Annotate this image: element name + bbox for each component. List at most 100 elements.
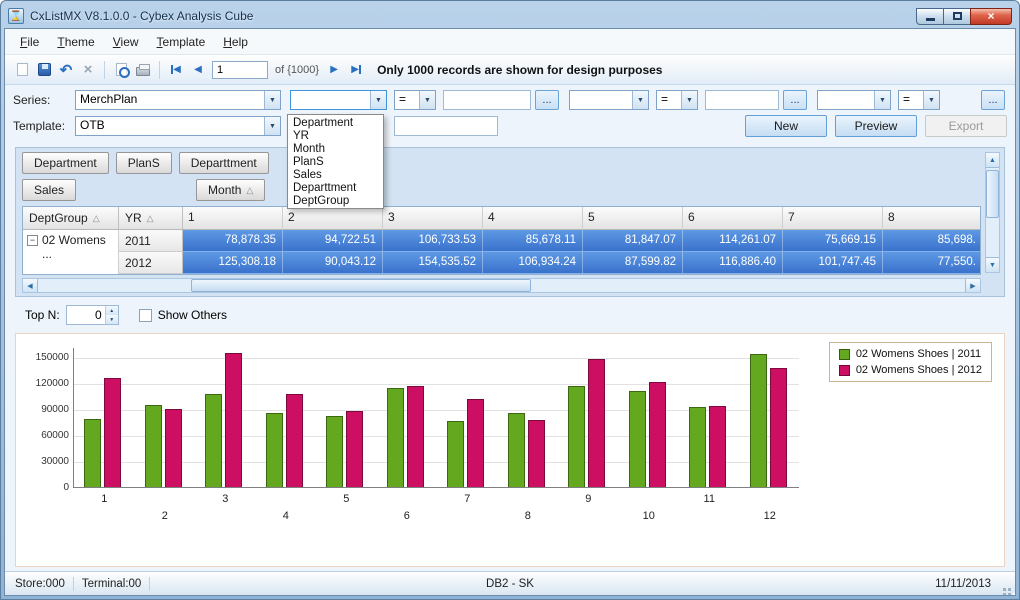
series-filter1-field-combo[interactable]: ▼	[290, 90, 387, 110]
data-cell[interactable]: 101,747.45	[783, 252, 883, 274]
close-button[interactable]: ×	[970, 7, 1012, 25]
column-header[interactable]: 6	[683, 207, 783, 230]
dropdown-item-sales[interactable]: Sales	[288, 168, 383, 181]
delete-button[interactable]: ×	[78, 60, 98, 80]
record-number-input[interactable]	[212, 60, 268, 79]
vertical-scrollbar[interactable]: ▲ ▼	[985, 152, 1000, 273]
series-field-combo[interactable]: MerchPlan ▼	[75, 90, 281, 110]
menu-file[interactable]: File	[11, 32, 48, 52]
row-field-deptgroup[interactable]: DeptGroup △	[23, 207, 119, 230]
data-cell[interactable]: 125,308.18	[183, 252, 283, 274]
field-button-departtment[interactable]: Departtment	[178, 152, 269, 174]
spin-down-button[interactable]: ▼	[105, 315, 118, 324]
print-preview-button[interactable]	[111, 60, 131, 80]
data-cell[interactable]: 114,261.07	[683, 230, 783, 252]
field-button-sales[interactable]: Sales	[22, 179, 77, 201]
scroll-down-button[interactable]: ▼	[986, 257, 999, 272]
next-record-button[interactable]: ▶	[324, 60, 344, 80]
template-combo[interactable]: OTB ▼	[75, 116, 281, 136]
data-cell[interactable]: 106,733.53	[383, 230, 483, 252]
save-button[interactable]	[34, 60, 54, 80]
horizontal-scrollbar[interactable]: ◀ ▶	[22, 278, 981, 293]
dropdown-item-departtment[interactable]: Departtment	[288, 181, 383, 194]
undo-button[interactable]: ↶	[56, 60, 76, 80]
menu-view[interactable]: View	[104, 32, 148, 52]
preview-button[interactable]: Preview	[835, 115, 917, 137]
data-cell[interactable]: 116,886.40	[683, 252, 783, 274]
column-header[interactable]: 3	[383, 207, 483, 230]
previous-record-button[interactable]: ◀	[188, 60, 208, 80]
data-cell[interactable]: 90,043.12	[283, 252, 383, 274]
data-cell[interactable]: 75,669.15	[783, 230, 883, 252]
column-header[interactable]: 5	[583, 207, 683, 230]
chevron-down-icon[interactable]: ▼	[419, 91, 435, 109]
data-cell[interactable]: 81,847.07	[583, 230, 683, 252]
column-header[interactable]: 1	[183, 207, 283, 230]
data-cell[interactable]: 154,535.52	[383, 252, 483, 274]
scroll-up-button[interactable]: ▲	[986, 153, 999, 168]
data-cell[interactable]: 85,678.11	[483, 230, 583, 252]
chevron-down-icon[interactable]: ▼	[264, 117, 280, 135]
new-template-button[interactable]: New	[745, 115, 827, 137]
row-field-yr[interactable]: YR △	[119, 207, 183, 230]
data-cell[interactable]: 94,722.51	[283, 230, 383, 252]
field-button-plans[interactable]: PlanS	[115, 152, 172, 174]
title-bar[interactable]: ⌛ CxListMX V8.1.0.0 - Cybex Analysis Cub…	[4, 4, 1016, 28]
series-filter3-operator-combo[interactable]: = ▼	[898, 90, 940, 110]
resize-grip[interactable]	[1008, 588, 1011, 591]
column-header[interactable]: 4	[483, 207, 583, 230]
data-cell[interactable]: 87,599.82	[583, 252, 683, 274]
scroll-left-button[interactable]: ◀	[23, 279, 38, 292]
series-filter2-field-combo[interactable]: ▼	[569, 90, 649, 110]
series-filter3-browse-button[interactable]: ...	[981, 90, 1005, 110]
maximize-button[interactable]	[943, 7, 971, 25]
horizontal-scroll-thumb[interactable]	[191, 279, 531, 292]
first-record-button[interactable]: ◀	[166, 60, 186, 80]
chevron-down-icon[interactable]: ▼	[632, 91, 648, 109]
data-cell[interactable]: 78,878.35	[183, 230, 283, 252]
chevron-down-icon[interactable]: ▼	[370, 91, 386, 109]
vertical-scroll-thumb[interactable]	[986, 170, 999, 218]
dropdown-item-plans[interactable]: PlanS	[288, 155, 383, 168]
minimize-button[interactable]	[916, 7, 944, 25]
column-header[interactable]: 2	[283, 207, 383, 230]
dropdown-item-deptgroup[interactable]: DeptGroup	[288, 194, 383, 207]
topn-spinner[interactable]: ▲ ▼	[65, 305, 119, 325]
collapse-icon[interactable]: −	[27, 235, 38, 246]
chevron-down-icon[interactable]: ▼	[923, 91, 939, 109]
new-button[interactable]	[12, 60, 32, 80]
spin-up-button[interactable]: ▲	[105, 306, 118, 315]
menu-theme[interactable]: Theme	[48, 32, 103, 52]
data-cell[interactable]: 77,550.	[883, 252, 980, 274]
series-filter1-browse-button[interactable]: ...	[535, 90, 559, 110]
menu-template[interactable]: Template	[148, 32, 215, 52]
year-cell[interactable]: 2012	[119, 252, 183, 274]
series-filter1-operator-combo[interactable]: = ▼	[394, 90, 436, 110]
row-group-cell[interactable]: − 02 Womens ...	[23, 230, 119, 274]
dropdown-item-department[interactable]: Department	[288, 116, 383, 129]
field-button-month[interactable]: Month △	[196, 179, 266, 201]
series-filter2-value-input[interactable]	[705, 90, 779, 110]
scroll-right-button[interactable]: ▶	[965, 279, 980, 292]
column-header[interactable]: 7	[783, 207, 883, 230]
data-cell[interactable]: 106,934.24	[483, 252, 583, 274]
export-button[interactable]: Export	[925, 115, 1007, 137]
series-filter3-field-combo[interactable]: ▼	[817, 90, 891, 110]
template-name-input[interactable]	[394, 116, 498, 136]
field-button-department[interactable]: Department	[22, 152, 109, 174]
print-button[interactable]	[133, 60, 153, 80]
dropdown-item-month[interactable]: Month	[288, 142, 383, 155]
last-record-button[interactable]: ▶	[346, 60, 366, 80]
show-others-checkbox[interactable]	[138, 308, 152, 322]
dropdown-item-yr[interactable]: YR	[288, 129, 383, 142]
menu-help[interactable]: Help	[214, 32, 257, 52]
data-cell[interactable]: 85,698.	[883, 230, 980, 252]
year-cell[interactable]: 2011	[119, 230, 183, 252]
chevron-down-icon[interactable]: ▼	[681, 91, 697, 109]
column-header[interactable]: 8	[883, 207, 980, 230]
series-filter2-operator-combo[interactable]: = ▼	[656, 90, 698, 110]
series-filter1-value-input[interactable]	[443, 90, 531, 110]
topn-input[interactable]	[66, 306, 105, 324]
chevron-down-icon[interactable]: ▼	[264, 91, 280, 109]
chevron-down-icon[interactable]: ▼	[874, 91, 890, 109]
